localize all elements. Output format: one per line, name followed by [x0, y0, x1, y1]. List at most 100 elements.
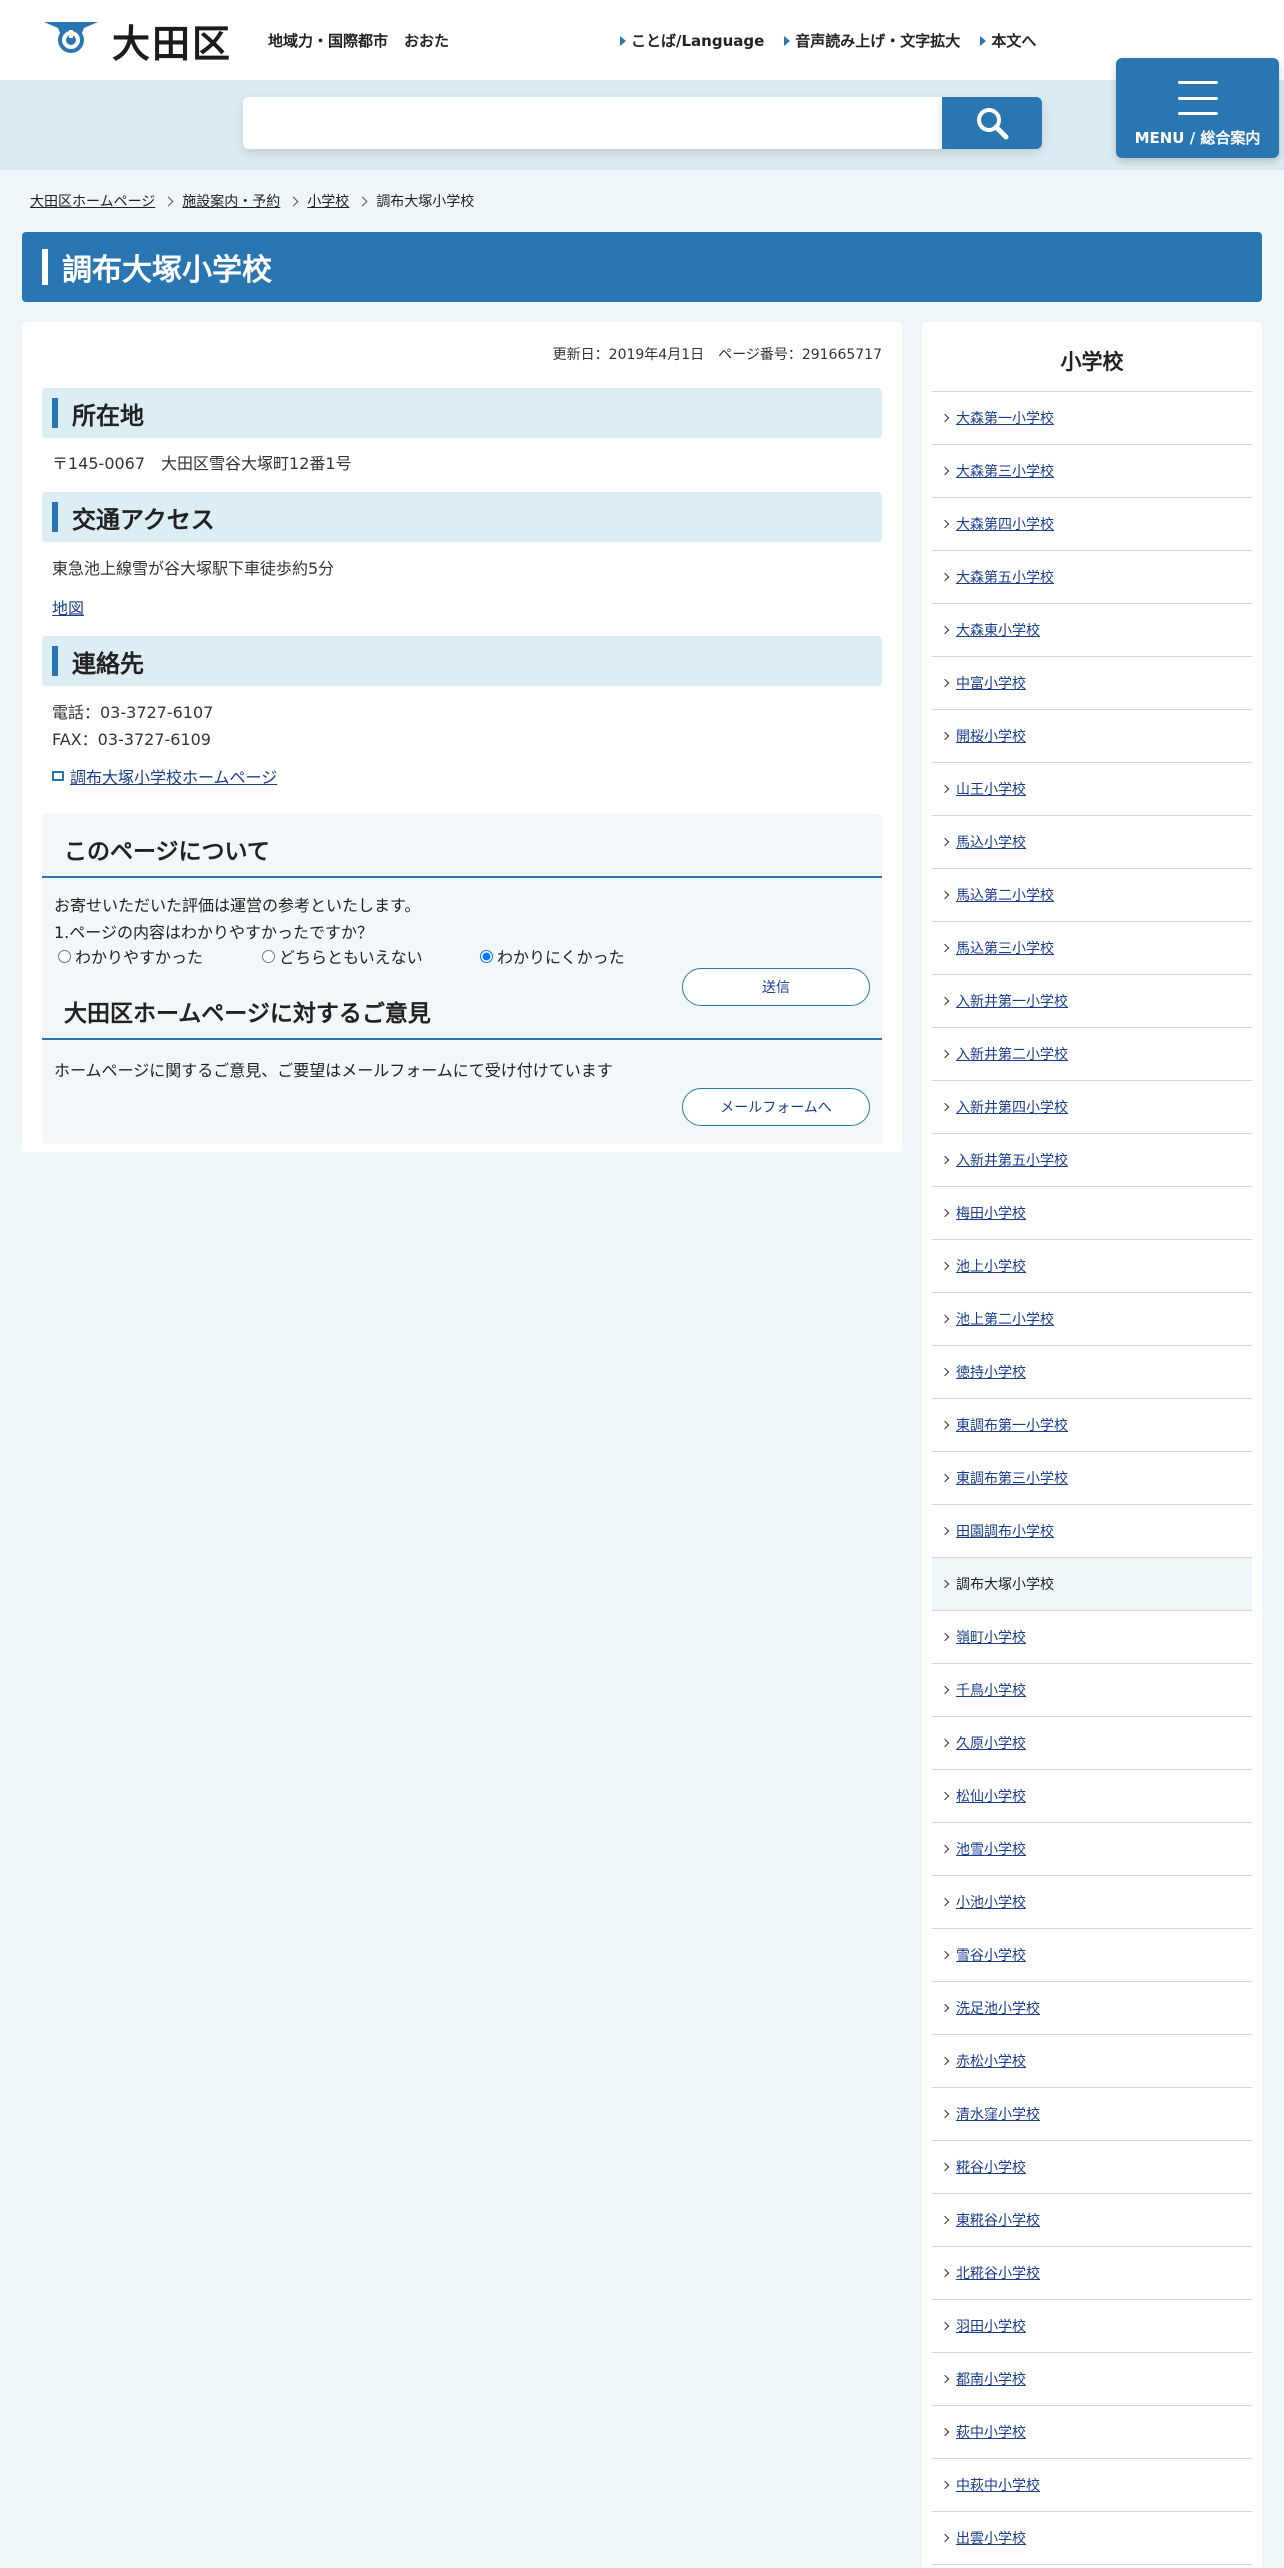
sidebar-item-link[interactable]: 中富小学校: [956, 673, 1026, 693]
sidebar-item-link[interactable]: 糀谷小学校: [956, 2157, 1026, 2177]
sidebar-item[interactable]: 中萩中小学校: [932, 2459, 1252, 2512]
sidebar-item-link[interactable]: 東調布第一小学校: [956, 1415, 1068, 1435]
sidebar-item-link[interactable]: 入新井第五小学校: [956, 1150, 1068, 1170]
sidebar-item-link[interactable]: 赤松小学校: [956, 2051, 1026, 2071]
sidebar-item[interactable]: 洗足池小学校: [932, 1982, 1252, 2035]
map-link[interactable]: 地図: [52, 595, 84, 619]
sidebar-item-link[interactable]: 久原小学校: [956, 1733, 1026, 1753]
sidebar-item-link[interactable]: 山王小学校: [956, 779, 1026, 799]
sidebar-item[interactable]: 田園調布小学校: [932, 1505, 1252, 1558]
sidebar-item-link[interactable]: 大森第四小学校: [956, 514, 1054, 534]
sidebar-item-link[interactable]: 大森東小学校: [956, 620, 1040, 640]
breadcrumb-facilities[interactable]: 施設案内・予約: [182, 191, 280, 211]
sidebar-item[interactable]: 北糀谷小学校: [932, 2247, 1252, 2300]
sidebar-item-link[interactable]: 中萩中小学校: [956, 2475, 1040, 2495]
sidebar-item-link[interactable]: 東調布第三小学校: [956, 1468, 1068, 1488]
sidebar-item-link[interactable]: 清水窪小学校: [956, 2104, 1040, 2124]
sidebar-item[interactable]: 羽田小学校: [932, 2300, 1252, 2353]
sidebar-item[interactable]: 馬込第三小学校: [932, 922, 1252, 975]
mail-form-button[interactable]: メールフォームへ: [682, 1088, 870, 1126]
sidebar-item[interactable]: 馬込第二小学校: [932, 869, 1252, 922]
sidebar-item[interactable]: 中富小学校: [932, 657, 1252, 710]
search-button[interactable]: [942, 97, 1042, 149]
sidebar-item-link[interactable]: 都南小学校: [956, 2369, 1026, 2389]
site-logo[interactable]: 大田区: [42, 18, 232, 66]
sidebar-item[interactable]: 徳持小学校: [932, 1346, 1252, 1399]
option-hard-radio[interactable]: [480, 949, 493, 963]
sidebar-item[interactable]: 糀谷小学校: [932, 2141, 1252, 2194]
sidebar-item-link[interactable]: 池上小学校: [956, 1256, 1026, 1276]
accessibility-link[interactable]: 音声読み上げ・文字拡大: [784, 30, 960, 51]
sidebar-item-link[interactable]: 馬込第三小学校: [956, 938, 1054, 958]
sidebar-item[interactable]: 大森第一小学校: [932, 392, 1252, 445]
school-homepage-link-text[interactable]: 調布大塚小学校ホームページ: [70, 764, 277, 788]
breadcrumb-elementary[interactable]: 小学校: [307, 191, 349, 211]
sidebar-item-link[interactable]: 東糀谷小学校: [956, 2210, 1040, 2230]
sidebar-item-link[interactable]: 出雲小学校: [956, 2528, 1026, 2548]
sidebar-item[interactable]: 久原小学校: [932, 1717, 1252, 1770]
option-hard[interactable]: わかりにくかった: [480, 944, 625, 968]
sidebar-item[interactable]: 松仙小学校: [932, 1770, 1252, 1823]
sidebar-item[interactable]: 赤松小学校: [932, 2035, 1252, 2088]
sidebar-item-link[interactable]: 馬込小学校: [956, 832, 1026, 852]
option-neutral[interactable]: どちらともいえない: [262, 944, 423, 968]
sidebar-item-link[interactable]: 大森第五小学校: [956, 567, 1054, 587]
sidebar-item-link[interactable]: 北糀谷小学校: [956, 2263, 1040, 2283]
sidebar-item-link[interactable]: 小池小学校: [956, 1892, 1026, 1912]
sidebar-item-link[interactable]: 大森第三小学校: [956, 461, 1054, 481]
sidebar-item[interactable]: 都南小学校: [932, 2353, 1252, 2406]
option-easy[interactable]: わかりやすかった: [58, 944, 203, 968]
sidebar-item[interactable]: 入新井第二小学校: [932, 1028, 1252, 1081]
sidebar-item[interactable]: 大森東小学校: [932, 604, 1252, 657]
option-easy-radio[interactable]: [58, 949, 71, 963]
sidebar-item[interactable]: 東調布第三小学校: [932, 1452, 1252, 1505]
school-homepage-link[interactable]: 調布大塚小学校ホームページ: [52, 764, 277, 788]
breadcrumb-home[interactable]: 大田区ホームページ: [30, 191, 155, 211]
sidebar-item[interactable]: 山王小学校: [932, 763, 1252, 816]
sidebar-item-link[interactable]: 徳持小学校: [956, 1362, 1026, 1382]
sidebar-item-link[interactable]: 千鳥小学校: [956, 1680, 1026, 1700]
sidebar-item[interactable]: 大森第三小学校: [932, 445, 1252, 498]
sidebar-item[interactable]: 馬込小学校: [932, 816, 1252, 869]
sidebar-item[interactable]: 東糀谷小学校: [932, 2194, 1252, 2247]
sidebar-item-link[interactable]: 萩中小学校: [956, 2422, 1026, 2442]
sidebar-item[interactable]: 入新井第一小学校: [932, 975, 1252, 1028]
sidebar-item[interactable]: 調布大塚小学校: [932, 1558, 1252, 1611]
sidebar-item-link[interactable]: 大森第一小学校: [956, 408, 1054, 428]
sidebar-item[interactable]: 嶺町小学校: [932, 1611, 1252, 1664]
sidebar-item[interactable]: 出雲小学校: [932, 2512, 1252, 2565]
sidebar-item-link[interactable]: 松仙小学校: [956, 1786, 1026, 1806]
sidebar-item[interactable]: 清水窪小学校: [932, 2088, 1252, 2141]
sidebar-item[interactable]: 大森第四小学校: [932, 498, 1252, 551]
sidebar-item[interactable]: 入新井第五小学校: [932, 1134, 1252, 1187]
sidebar-item[interactable]: 池上小学校: [932, 1240, 1252, 1293]
sidebar-item[interactable]: 大森第五小学校: [932, 551, 1252, 604]
sidebar-item[interactable]: 開桜小学校: [932, 710, 1252, 763]
sidebar-item[interactable]: 入新井第四小学校: [932, 1081, 1252, 1134]
sidebar-item-link[interactable]: 池上第二小学校: [956, 1309, 1054, 1329]
sidebar-item-link[interactable]: 雪谷小学校: [956, 1945, 1026, 1965]
sidebar-item[interactable]: 池上第二小学校: [932, 1293, 1252, 1346]
sidebar-item[interactable]: 雪谷小学校: [932, 1929, 1252, 1982]
sidebar-item-link[interactable]: 開桜小学校: [956, 726, 1026, 746]
sidebar-item-link[interactable]: 梅田小学校: [956, 1203, 1026, 1223]
sidebar-item-link[interactable]: 入新井第四小学校: [956, 1097, 1068, 1117]
sidebar-item-link[interactable]: 入新井第一小学校: [956, 991, 1068, 1011]
sidebar-item-link[interactable]: 池雪小学校: [956, 1839, 1026, 1859]
sidebar-item-link[interactable]: 羽田小学校: [956, 2316, 1026, 2336]
sidebar-item[interactable]: 池雪小学校: [932, 1823, 1252, 1876]
sidebar-item-link[interactable]: 入新井第二小学校: [956, 1044, 1068, 1064]
sidebar-item[interactable]: 梅田小学校: [932, 1187, 1252, 1240]
language-link[interactable]: ことば/Language: [620, 30, 764, 51]
sidebar-item[interactable]: 東調布第一小学校: [932, 1399, 1252, 1452]
sidebar-item-link[interactable]: 馬込第二小学校: [956, 885, 1054, 905]
option-neutral-radio[interactable]: [262, 949, 275, 963]
sidebar-item[interactable]: 千鳥小学校: [932, 1664, 1252, 1717]
sidebar-item-link[interactable]: 洗足池小学校: [956, 1998, 1040, 2018]
sidebar-item-link[interactable]: 調布大塚小学校: [956, 1574, 1054, 1594]
skip-to-content-link[interactable]: 本文へ: [980, 30, 1036, 51]
sidebar-item[interactable]: 萩中小学校: [932, 2406, 1252, 2459]
sidebar-item-link[interactable]: 嶺町小学校: [956, 1627, 1026, 1647]
search-input[interactable]: [243, 97, 943, 149]
sidebar-item-link[interactable]: 田園調布小学校: [956, 1521, 1054, 1541]
